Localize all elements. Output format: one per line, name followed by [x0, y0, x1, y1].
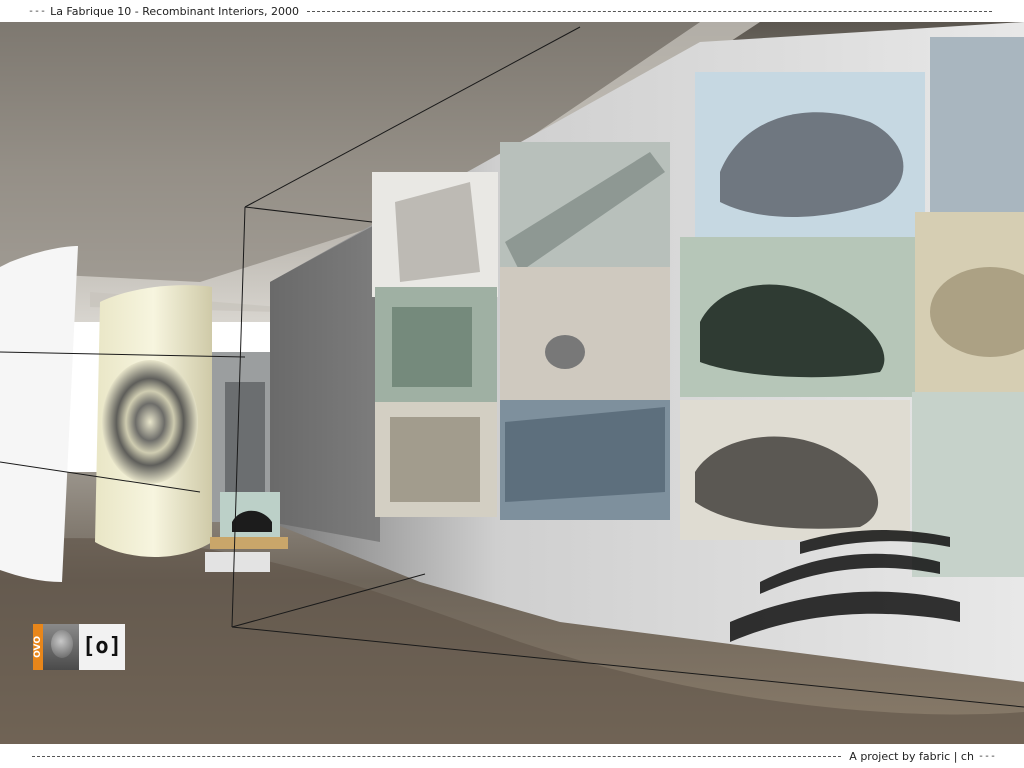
brand-logo-text: OVO [33, 636, 43, 658]
kiosk-base [205, 552, 270, 572]
footer-row: A project by fabric | ch --- [28, 750, 996, 763]
header-row: --- La Fabrique 10 - Recombinant Interio… [28, 5, 996, 18]
tile-flat-book-art [390, 417, 480, 502]
tile-watch-art [545, 335, 585, 369]
tile-denim-art [505, 407, 665, 502]
page-header: --- La Fabrique 10 - Recombinant Interio… [0, 0, 1024, 22]
page-title: La Fabrique 10 - Recombinant Interiors, … [50, 5, 300, 18]
3d-scene[interactable] [0, 22, 1024, 744]
footer-dash-right: --- [977, 751, 996, 762]
viewer-widget[interactable]: OVO [o] [33, 624, 125, 670]
header-dash-left: --- [28, 6, 47, 17]
brand-logo: OVO [33, 624, 43, 670]
3d-viewport[interactable]: OVO [o] [0, 22, 1024, 744]
spiral-art [102, 360, 198, 484]
bracket-o-icon[interactable]: [o] [79, 624, 125, 670]
footer-divider [32, 756, 842, 757]
page-footer: A project by fabric | ch --- [0, 744, 1024, 768]
tile-far-right-top[interactable] [930, 37, 1024, 217]
credit-text[interactable]: A project by fabric | ch [845, 750, 978, 763]
tile-watch[interactable] [500, 267, 670, 402]
header-divider [307, 11, 992, 12]
tile-pattern[interactable] [912, 392, 1024, 577]
avatar-icon[interactable] [43, 624, 79, 670]
tile-spiral-book-art [392, 307, 472, 387]
kiosk-table [210, 537, 288, 549]
